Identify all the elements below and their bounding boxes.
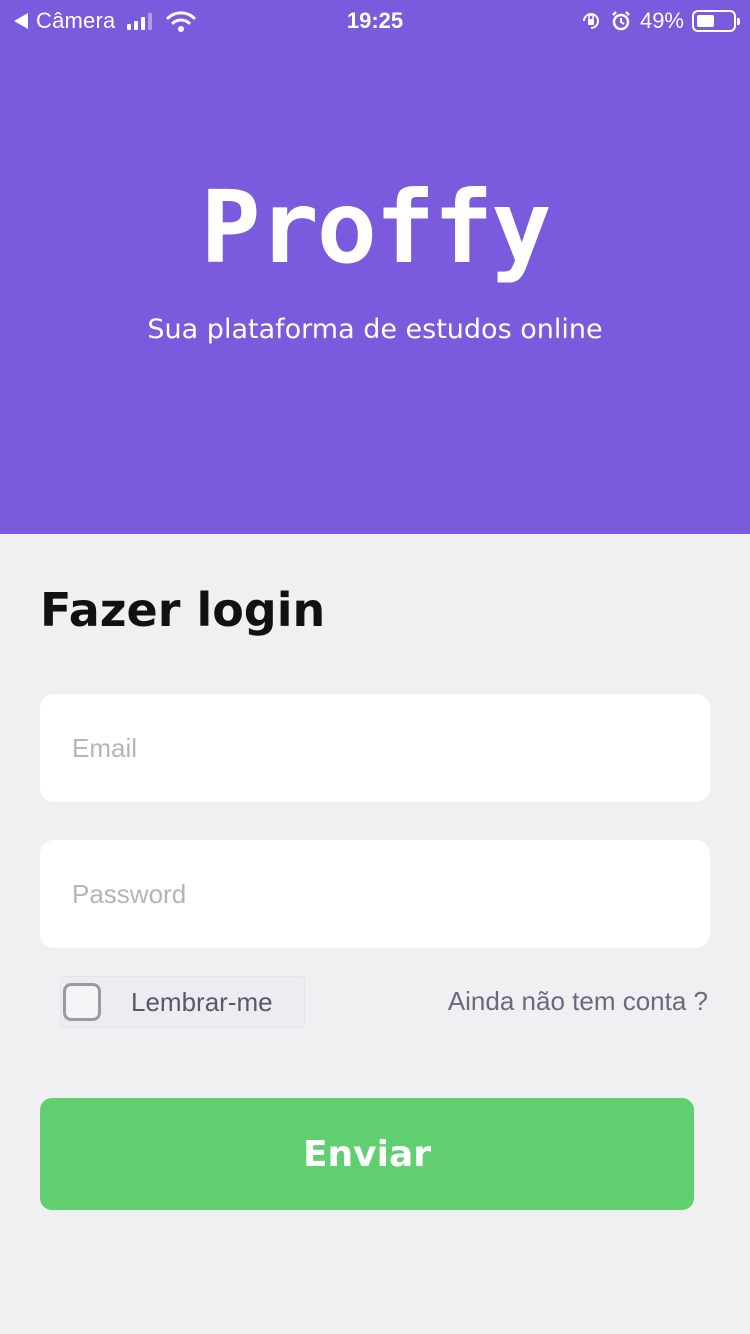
remember-me-toggle[interactable]: Lembrar-me [60,976,305,1028]
status-bar-right: 49% [580,8,740,34]
remember-me-checkbox[interactable] [63,983,101,1021]
alarm-icon [612,11,630,31]
signup-link[interactable]: Ainda não tem conta ? [448,986,708,1017]
submit-button[interactable]: Enviar [40,1098,694,1210]
battery-percent: 49% [639,8,684,33]
remember-me-label: Lembrar-me [131,986,273,1017]
app-tagline: Sua plataforma de estudos online [147,314,603,345]
status-bar: Câmera 19:25 49% [0,0,750,40]
password-input[interactable] [40,840,710,948]
orientation-lock-icon [582,13,599,29]
battery-icon [692,10,740,32]
app-logo: Proffy [200,169,551,286]
email-input[interactable] [40,694,710,802]
battery-level [697,15,714,27]
hero-banner: Câmera 19:25 49% Proffy Sua plataforma d… [0,0,750,534]
login-title: Fazer login [40,583,326,637]
